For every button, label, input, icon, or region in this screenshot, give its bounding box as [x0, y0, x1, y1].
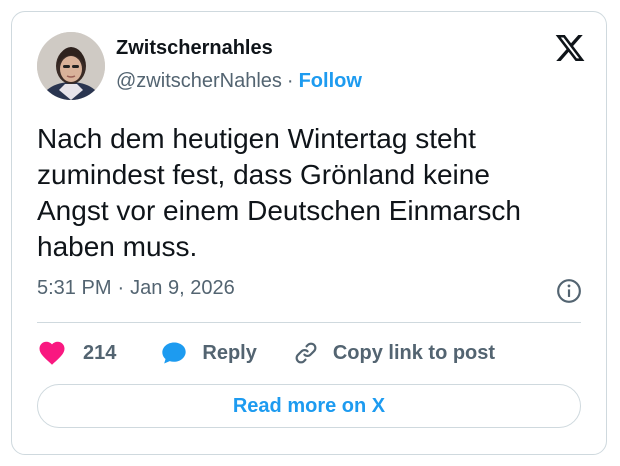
like-button[interactable]: 214: [37, 338, 116, 368]
read-more-button[interactable]: Read more on X: [37, 384, 581, 428]
author-handle[interactable]: @zwitscherNahles: [116, 70, 282, 92]
action-bar: 214 Reply Copy link to post: [37, 336, 495, 370]
tweet-text: Nach dem heutigen Wintertag steht zumind…: [37, 123, 521, 262]
copy-link-button[interactable]: Copy link to post: [293, 340, 495, 366]
info-icon[interactable]: [556, 278, 582, 304]
author-avatar[interactable]: [37, 32, 105, 100]
copy-link-label: Copy link to post: [332, 341, 496, 364]
link-icon: [295, 342, 317, 364]
tweet-timestamp[interactable]: 5:31 PM · Jan 9, 2026: [37, 277, 235, 300]
handle-separator: ·: [286, 70, 294, 92]
follow-button[interactable]: Follow: [299, 70, 362, 92]
like-count: 214: [83, 341, 117, 364]
reply-label: Reply: [202, 341, 257, 364]
author-display-name[interactable]: Zwitschernahles: [116, 37, 273, 60]
heart-icon: [39, 341, 65, 365]
x-logo-icon[interactable]: [554, 32, 586, 64]
tweet-date: Jan 9, 2026: [130, 277, 235, 299]
speech-bubble-icon: [162, 342, 187, 364]
author-handle-row: @zwitscherNahles · Follow: [116, 70, 362, 93]
tweet-card: Zwitschernahles @zwitscherNahles · Follow …: [11, 11, 607, 455]
reply-button[interactable]: Reply: [160, 339, 257, 367]
tweet-time: 5:31 PM: [37, 277, 112, 299]
divider: [37, 322, 581, 323]
timestamp-separator: ·: [117, 277, 125, 299]
